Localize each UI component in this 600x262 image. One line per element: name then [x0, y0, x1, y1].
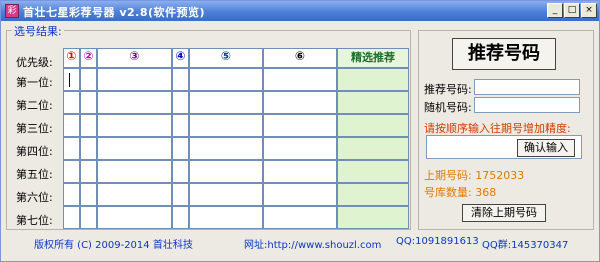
number-input-cell[interactable] [97, 114, 172, 137]
qq-number: QQ:1091891613 [396, 236, 479, 247]
row-label-5: 第五位: [16, 168, 53, 181]
number-input-cell[interactable] [189, 206, 263, 229]
number-input-cell[interactable] [189, 114, 263, 137]
recommend-cell[interactable] [337, 68, 409, 91]
column-header-4: ④ [172, 48, 189, 68]
minimize-button[interactable]: _ [547, 3, 563, 18]
number-input-cell[interactable] [172, 206, 189, 229]
number-input-cell[interactable] [80, 206, 97, 229]
recommend-cell[interactable] [337, 160, 409, 183]
last-draw-number: 上期号码: 1752033 [424, 169, 525, 182]
column-header-3: ③ [97, 48, 172, 68]
website-link[interactable]: 网址:http://www.shouzl.com [244, 236, 381, 251]
number-input-cell[interactable] [97, 183, 172, 206]
recommend-cell[interactable] [337, 183, 409, 206]
recommend-cell[interactable] [337, 206, 409, 229]
row-label-6: 第六位: [16, 191, 53, 204]
recommend-number-label: 推荐号码: [424, 83, 472, 96]
pool-count: 号库数量: 368 [424, 186, 497, 199]
confirm-input-button[interactable]: 确认输入 [517, 139, 575, 157]
recommend-number-field[interactable] [474, 79, 580, 95]
number-input-cell[interactable] [189, 137, 263, 160]
number-input-cell[interactable] [80, 137, 97, 160]
selection-result-title: 选号结果: [12, 23, 64, 39]
number-input-cell[interactable] [63, 160, 80, 183]
number-input-cell[interactable] [263, 91, 337, 114]
number-input-cell[interactable] [263, 160, 337, 183]
number-input-cell[interactable] [189, 183, 263, 206]
number-input-cell[interactable] [80, 160, 97, 183]
column-header-5: ⑤ [189, 48, 263, 68]
number-input-cell[interactable] [263, 206, 337, 229]
row-label-1: 第一位: [16, 76, 53, 89]
number-input-cell[interactable] [97, 137, 172, 160]
title-bar: 彩 首壮七星彩荐号器 v2.8(软件预览) _ □ × [1, 1, 599, 21]
number-input-cell[interactable] [263, 137, 337, 160]
app-icon: 彩 [5, 4, 19, 18]
number-input-cell[interactable] [63, 206, 80, 229]
column-header-1: ① [63, 48, 80, 68]
recommend-cell[interactable] [337, 137, 409, 160]
number-input-cell[interactable] [97, 206, 172, 229]
number-input-cell[interactable] [172, 183, 189, 206]
number-input-cell[interactable] [172, 114, 189, 137]
number-input-cell[interactable] [172, 160, 189, 183]
number-input-cell[interactable] [189, 68, 263, 91]
number-input-cell[interactable] [80, 183, 97, 206]
number-input-cell[interactable] [80, 114, 97, 137]
number-input-cell[interactable] [63, 68, 80, 91]
recommend-numbers-button[interactable]: 推荐号码 [452, 38, 556, 70]
random-number-field[interactable] [474, 97, 580, 113]
number-input-cell[interactable] [80, 91, 97, 114]
number-input-cell[interactable] [97, 68, 172, 91]
close-button[interactable]: × [581, 3, 597, 18]
text-caret [69, 73, 70, 87]
window-title: 首壮七星彩荐号器 v2.8(软件预览) [23, 6, 206, 19]
column-header-2: ② [80, 48, 97, 68]
recommend-cell[interactable] [337, 114, 409, 137]
number-input-cell[interactable] [172, 91, 189, 114]
number-input-cell[interactable] [263, 114, 337, 137]
number-input-cell[interactable] [97, 160, 172, 183]
number-input-cell[interactable] [172, 137, 189, 160]
recommend-cell[interactable] [337, 91, 409, 114]
row-label-2: 第二位: [16, 99, 53, 112]
number-input-cell[interactable] [172, 68, 189, 91]
number-input-cell[interactable] [63, 137, 80, 160]
priority-label: 优先级: [16, 56, 53, 69]
column-header-recommend: 精选推荐 [337, 48, 409, 68]
number-input-cell[interactable] [63, 91, 80, 114]
row-label-4: 第四位: [16, 145, 53, 158]
number-input-cell[interactable] [80, 68, 97, 91]
row-label-3: 第三位: [16, 122, 53, 135]
number-input-cell[interactable] [63, 114, 80, 137]
maximize-button[interactable]: □ [564, 3, 580, 18]
history-input-instruction: 请按顺序输入往期号增加精度: [424, 122, 571, 135]
number-input-cell[interactable] [63, 183, 80, 206]
random-number-label: 随机号码: [424, 101, 472, 114]
number-input-cell[interactable] [189, 91, 263, 114]
status-footer: 版权所有 (C) 2009-2014 首壮科技 网址:http://www.sh… [0, 236, 598, 252]
column-header-6: ⑥ [263, 48, 337, 68]
number-input-cell[interactable] [189, 160, 263, 183]
qq-group-number: QQ群:145370347 [482, 240, 569, 251]
number-input-cell[interactable] [263, 183, 337, 206]
copyright-text: 版权所有 (C) 2009-2014 首壮科技 [34, 240, 193, 251]
row-label-7: 第七位: [16, 214, 53, 227]
clear-last-draw-button[interactable]: 清除上期号码 [462, 204, 546, 222]
number-input-cell[interactable] [263, 68, 337, 91]
number-input-cell[interactable] [97, 91, 172, 114]
